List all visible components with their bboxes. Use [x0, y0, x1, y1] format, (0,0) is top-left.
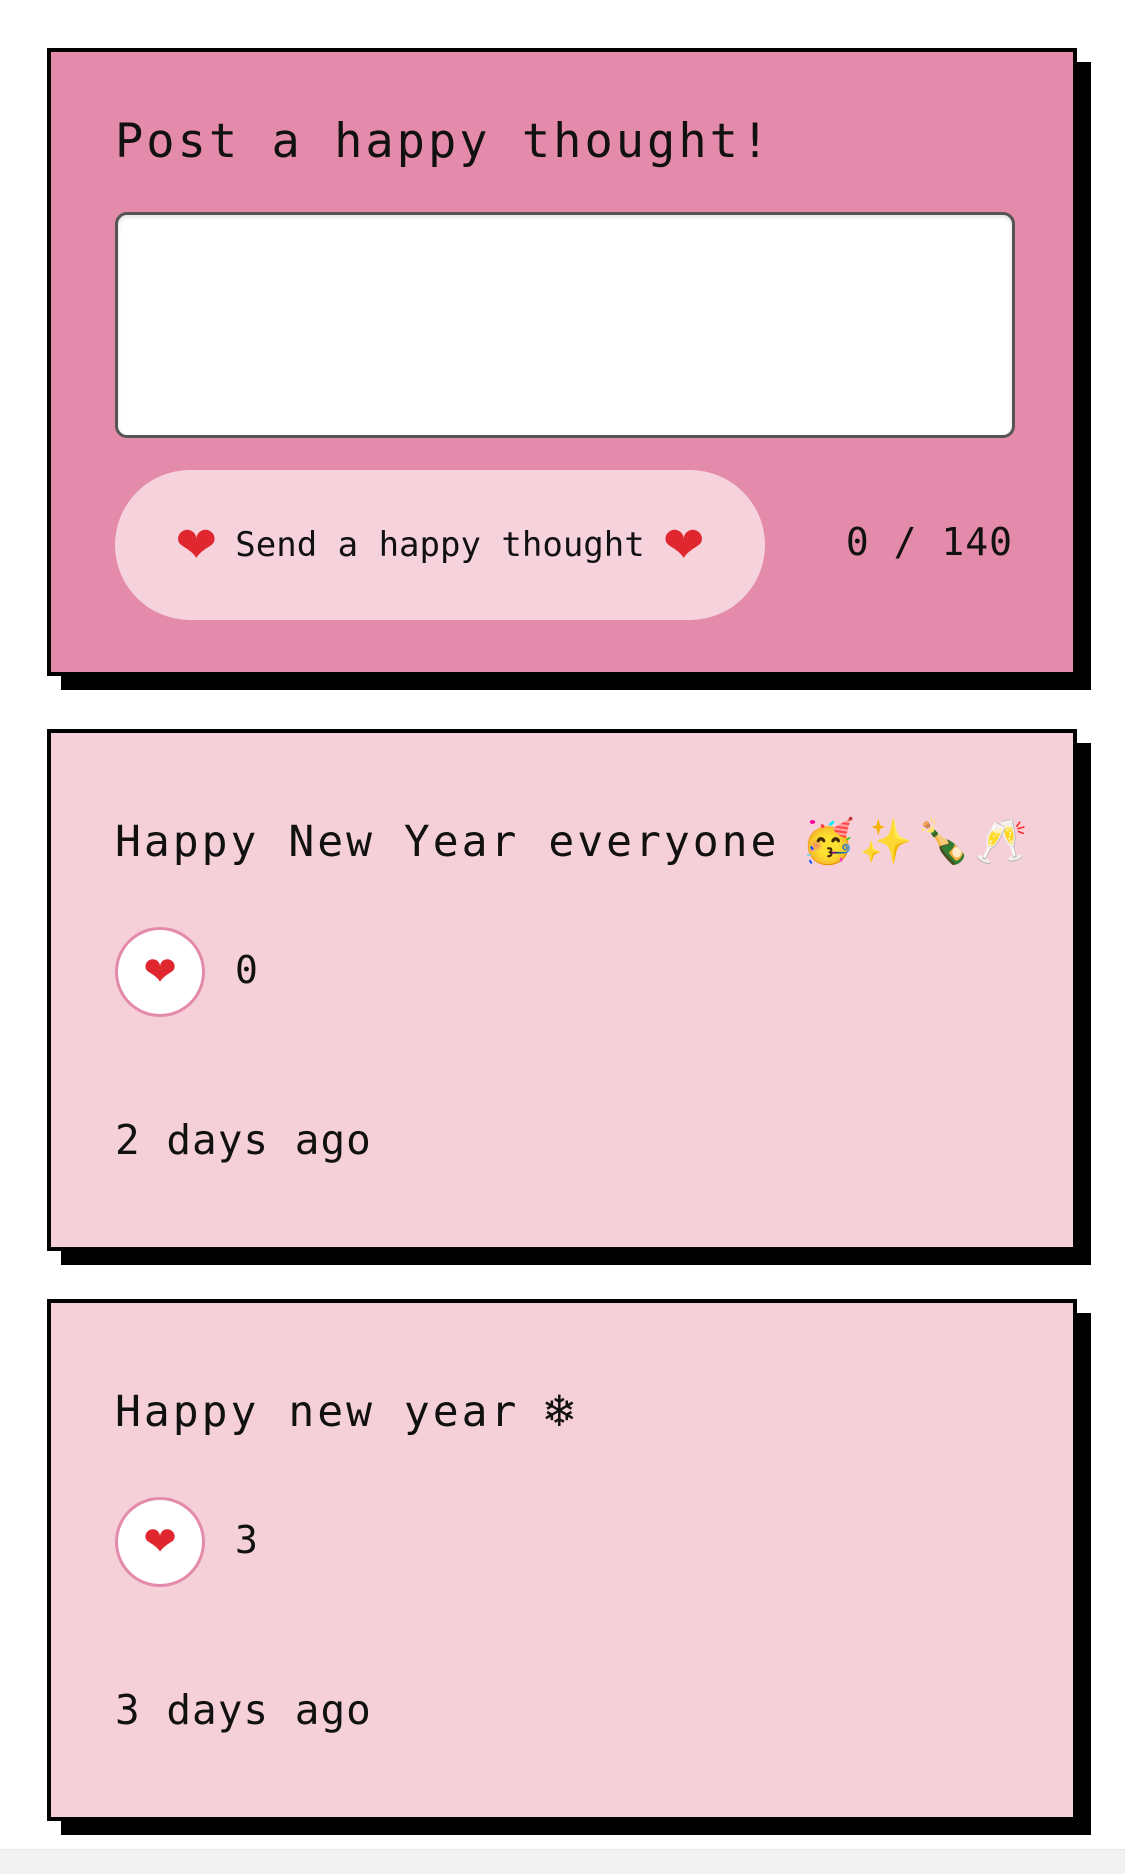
- timestamp: 2 days ago: [115, 1116, 372, 1164]
- heart-icon: ❤: [143, 949, 177, 995]
- thought-message: Happy New Year everyone 🥳✨🍾🥂: [115, 817, 1032, 867]
- bottom-bar: [0, 1849, 1125, 1874]
- thought-card: Happy New Year everyone 🥳✨🍾🥂 ❤ 0 2 days …: [47, 729, 1077, 1251]
- thought-message: Happy new year ❄: [115, 1387, 581, 1437]
- character-counter: 0 / 140: [845, 520, 1013, 564]
- timestamp: 3 days ago: [115, 1686, 372, 1734]
- send-thought-button[interactable]: ❤ Send a happy thought ❤: [115, 470, 765, 620]
- heart-icon: ❤: [175, 516, 218, 574]
- thought-input[interactable]: [115, 212, 1015, 438]
- happy-thought-form: Post a happy thought! ❤ Send a happy tho…: [47, 48, 1077, 676]
- heart-icon: ❤: [662, 516, 705, 574]
- send-button-label: Send a happy thought: [235, 525, 645, 565]
- thought-card: Happy new year ❄ ❤ 3 3 days ago: [47, 1299, 1077, 1821]
- snowflake-icon: ❄: [541, 1387, 582, 1437]
- like-button[interactable]: ❤: [115, 927, 205, 1017]
- party-emoji-icon: 🥳✨🍾🥂: [801, 817, 1032, 867]
- heart-icon: ❤: [143, 1519, 177, 1565]
- like-button[interactable]: ❤: [115, 1497, 205, 1587]
- thought-text: Happy new year: [115, 1387, 520, 1437]
- like-count: 3: [235, 1518, 258, 1562]
- like-count: 0: [235, 948, 258, 992]
- thought-text: Happy New Year everyone: [115, 817, 780, 867]
- form-title: Post a happy thought!: [115, 114, 773, 169]
